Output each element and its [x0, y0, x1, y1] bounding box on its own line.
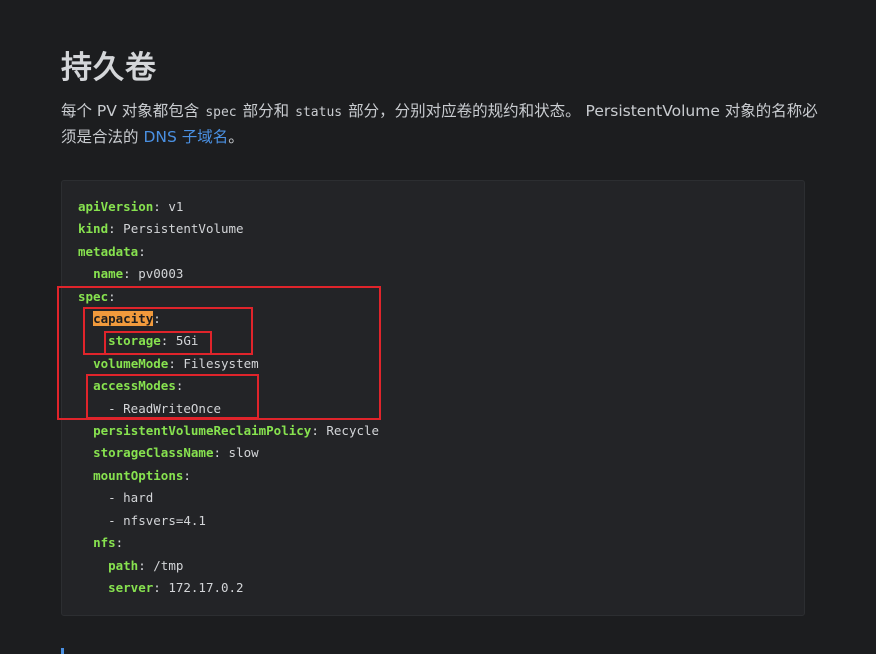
code-sep: :	[213, 445, 229, 461]
code-key: storageClassName	[93, 445, 214, 461]
para-text-1: 每个 PV 对象都包含	[61, 102, 200, 120]
annotation-box-accessmodes	[86, 374, 259, 419]
annotation-box-storage	[104, 331, 212, 355]
page-title: 持久卷	[61, 50, 157, 86]
code-value: - nfsvers=4.1	[108, 512, 206, 528]
code-line: storageClassName: slow	[78, 445, 259, 460]
code-line: - nfsvers=4.1	[78, 513, 206, 528]
code-key: persistentVolumeReclaimPolicy	[93, 423, 312, 439]
code-line: - hard	[78, 490, 153, 505]
code-value: v1	[168, 199, 184, 214]
code-value: Recycle	[326, 423, 380, 439]
code-line: nfs:	[78, 535, 123, 550]
code-sep: :	[153, 579, 169, 595]
code-value: pv0003	[138, 266, 184, 282]
code-key: name	[93, 266, 124, 282]
code-line: path: /tmp	[78, 558, 183, 573]
code-status: status	[295, 105, 343, 120]
code-value: PersistentVolume	[123, 221, 244, 237]
code-spec: spec	[205, 105, 237, 120]
code-key: nfs	[93, 535, 116, 551]
next-section-marker	[61, 648, 64, 654]
code-key: kind	[78, 221, 109, 237]
code-line: persistentVolumeReclaimPolicy: Recycle	[78, 423, 379, 438]
code-sep: :	[123, 266, 139, 282]
code-key: path	[108, 557, 139, 573]
code-line: name: pv0003	[78, 266, 183, 281]
para-text-4: 。	[228, 128, 244, 146]
code-sep: :	[115, 535, 124, 551]
code-line: kind: PersistentVolume	[78, 221, 244, 236]
code-value: /tmp	[153, 557, 184, 573]
code-line: mountOptions:	[78, 468, 191, 483]
code-line: apiVersion: v1	[78, 199, 183, 214]
code-line: metadata:	[78, 244, 146, 259]
code-sep: :	[108, 221, 124, 237]
intro-paragraph: 每个 PV 对象都包含 spec 部分和 status 部分，分别对应卷的规约和状态。 …	[61, 99, 821, 149]
code-line: server: 172.17.0.2	[78, 579, 244, 595]
code-sep: :	[153, 199, 169, 214]
code-value: - hard	[108, 490, 154, 506]
code-key: apiVersion	[78, 199, 154, 214]
para-text-2: 部分和	[242, 102, 290, 120]
code-sep: :	[138, 557, 154, 573]
dns-subdomain-link[interactable]: DNS 子域名	[143, 128, 228, 146]
code-key: server	[108, 579, 154, 595]
code-sep: :	[183, 467, 191, 483]
code-sep: :	[311, 423, 327, 439]
code-key: metadata	[78, 243, 139, 259]
code-value: slow	[228, 445, 259, 461]
code-value: 172.17.0.2	[168, 579, 244, 595]
code-key: mountOptions	[93, 467, 184, 483]
code-sep: :	[138, 243, 146, 259]
